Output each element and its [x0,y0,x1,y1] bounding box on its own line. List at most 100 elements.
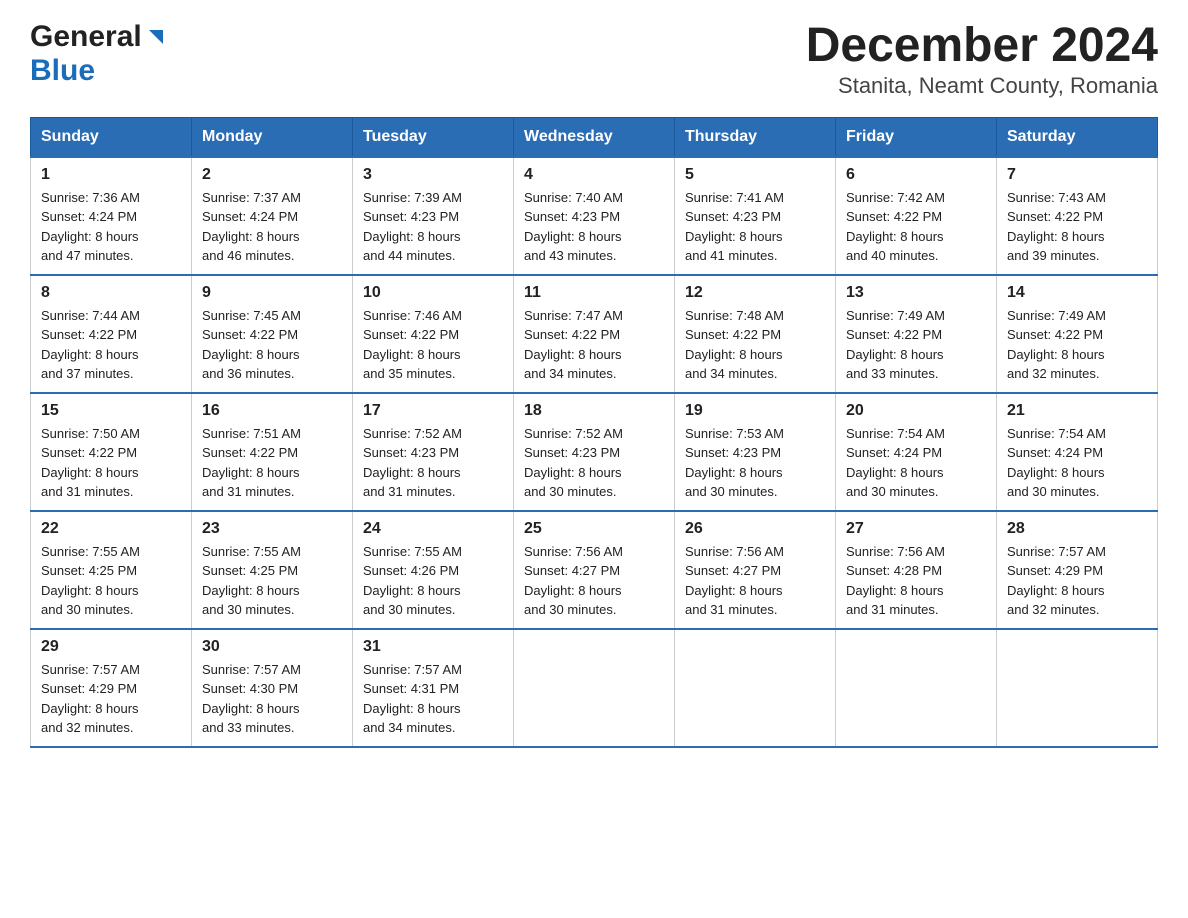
calendar-cell: 27 Sunrise: 7:56 AMSunset: 4:28 PMDayligh… [836,511,997,629]
calendar-cell: 24 Sunrise: 7:55 AMSunset: 4:26 PMDayligh… [353,511,514,629]
calendar-cell: 13 Sunrise: 7:49 AMSunset: 4:22 PMDayligh… [836,275,997,393]
day-number: 26 [685,520,825,538]
day-number: 28 [1007,520,1147,538]
day-info: Sunrise: 7:37 AMSunset: 4:24 PMDaylight:… [202,188,342,266]
day-info: Sunrise: 7:49 AMSunset: 4:22 PMDaylight:… [1007,306,1147,384]
day-info: Sunrise: 7:51 AMSunset: 4:22 PMDaylight:… [202,424,342,502]
day-info: Sunrise: 7:42 AMSunset: 4:22 PMDaylight:… [846,188,986,266]
day-info: Sunrise: 7:57 AMSunset: 4:31 PMDaylight:… [363,660,503,738]
calendar-cell: 26Sunrise: 7:56 AMSunset: 4:27 PMDayligh… [675,511,836,629]
page-subtitle: Stanita, Neamt County, Romania [806,73,1158,99]
day-number: 13 [846,284,986,302]
day-header-tuesday: Tuesday [353,117,514,157]
day-number: 27 [846,520,986,538]
day-header-thursday: Thursday [675,117,836,157]
calendar-cell: 29 Sunrise: 7:57 AMSunset: 4:29 PMDayligh… [31,629,192,747]
calendar-cell: 5 Sunrise: 7:41 AMSunset: 4:23 PMDaylight… [675,157,836,275]
day-info: Sunrise: 7:56 AMSunset: 4:28 PMDaylight:… [846,542,986,620]
day-info: Sunrise: 7:55 AMSunset: 4:26 PMDaylight:… [363,542,503,620]
calendar-cell: 28 Sunrise: 7:57 AMSunset: 4:29 PMDayligh… [997,511,1158,629]
week-row-3: 15 Sunrise: 7:50 AMSunset: 4:22 PMDayligh… [31,393,1158,511]
day-info: Sunrise: 7:41 AMSunset: 4:23 PMDaylight:… [685,188,825,266]
day-info: Sunrise: 7:56 AMSunset: 4:27 PMDaylight:… [524,542,664,620]
day-info: Sunrise: 7:36 AMSunset: 4:24 PMDaylight:… [41,188,181,266]
calendar-cell: 8 Sunrise: 7:44 AMSunset: 4:22 PMDaylight… [31,275,192,393]
day-info: Sunrise: 7:45 AMSunset: 4:22 PMDaylight:… [202,306,342,384]
day-number: 9 [202,284,342,302]
day-number: 12 [685,284,825,302]
calendar-cell: 23Sunrise: 7:55 AMSunset: 4:25 PMDayligh… [192,511,353,629]
day-number: 17 [363,402,503,420]
calendar-cell: 1 Sunrise: 7:36 AMSunset: 4:24 PMDaylight… [31,157,192,275]
day-number: 5 [685,166,825,184]
page-header: General Blue December 2024 Stanita, Neam… [30,20,1158,99]
day-number: 2 [202,166,342,184]
calendar-cell: 18 Sunrise: 7:52 AMSunset: 4:23 PMDayligh… [514,393,675,511]
week-row-1: 1 Sunrise: 7:36 AMSunset: 4:24 PMDaylight… [31,157,1158,275]
day-header-wednesday: Wednesday [514,117,675,157]
day-info: Sunrise: 7:46 AMSunset: 4:22 PMDaylight:… [363,306,503,384]
day-number: 31 [363,638,503,656]
day-info: Sunrise: 7:55 AMSunset: 4:25 PMDaylight:… [41,542,181,620]
day-number: 18 [524,402,664,420]
day-header-monday: Monday [192,117,353,157]
day-info: Sunrise: 7:49 AMSunset: 4:22 PMDaylight:… [846,306,986,384]
day-number: 24 [363,520,503,538]
day-info: Sunrise: 7:50 AMSunset: 4:22 PMDaylight:… [41,424,181,502]
day-info: Sunrise: 7:53 AMSunset: 4:23 PMDaylight:… [685,424,825,502]
calendar-cell: 10 Sunrise: 7:46 AMSunset: 4:22 PMDayligh… [353,275,514,393]
day-number: 8 [41,284,181,302]
calendar-cell: 20Sunrise: 7:54 AMSunset: 4:24 PMDayligh… [836,393,997,511]
day-number: 15 [41,402,181,420]
page-title: December 2024 [806,20,1158,73]
week-row-2: 8 Sunrise: 7:44 AMSunset: 4:22 PMDaylight… [31,275,1158,393]
calendar-cell: 15 Sunrise: 7:50 AMSunset: 4:22 PMDayligh… [31,393,192,511]
calendar-cell: 6 Sunrise: 7:42 AMSunset: 4:22 PMDaylight… [836,157,997,275]
calendar-cell: 4 Sunrise: 7:40 AMSunset: 4:23 PMDaylight… [514,157,675,275]
logo-arrow-icon [145,26,167,53]
day-number: 20 [846,402,986,420]
week-row-5: 29 Sunrise: 7:57 AMSunset: 4:29 PMDayligh… [31,629,1158,747]
day-number: 22 [41,520,181,538]
calendar-cell [836,629,997,747]
calendar-cell: 9 Sunrise: 7:45 AMSunset: 4:22 PMDaylight… [192,275,353,393]
day-number: 16 [202,402,342,420]
day-info: Sunrise: 7:52 AMSunset: 4:23 PMDaylight:… [363,424,503,502]
calendar-cell: 21Sunrise: 7:54 AMSunset: 4:24 PMDayligh… [997,393,1158,511]
calendar-cell: 2 Sunrise: 7:37 AMSunset: 4:24 PMDaylight… [192,157,353,275]
day-number: 7 [1007,166,1147,184]
day-header-sunday: Sunday [31,117,192,157]
day-number: 19 [685,402,825,420]
calendar-cell: 30Sunrise: 7:57 AMSunset: 4:30 PMDayligh… [192,629,353,747]
day-header-saturday: Saturday [997,117,1158,157]
day-info: Sunrise: 7:43 AMSunset: 4:22 PMDaylight:… [1007,188,1147,266]
day-number: 30 [202,638,342,656]
day-number: 29 [41,638,181,656]
logo-blue-text: Blue [30,54,95,87]
logo: General Blue [30,20,167,88]
calendar-cell: 11 Sunrise: 7:47 AMSunset: 4:22 PMDayligh… [514,275,675,393]
day-number: 21 [1007,402,1147,420]
calendar-cell: 3Sunrise: 7:39 AMSunset: 4:23 PMDaylight… [353,157,514,275]
day-number: 6 [846,166,986,184]
day-info: Sunrise: 7:47 AMSunset: 4:22 PMDaylight:… [524,306,664,384]
calendar-cell: 22 Sunrise: 7:55 AMSunset: 4:25 PMDayligh… [31,511,192,629]
day-number: 10 [363,284,503,302]
day-info: Sunrise: 7:55 AMSunset: 4:25 PMDaylight:… [202,542,342,620]
day-info: Sunrise: 7:40 AMSunset: 4:23 PMDaylight:… [524,188,664,266]
day-number: 1 [41,166,181,184]
calendar-header-row: SundayMondayTuesdayWednesdayThursdayFrid… [31,117,1158,157]
calendar-cell [997,629,1158,747]
day-info: Sunrise: 7:39 AMSunset: 4:23 PMDaylight:… [363,188,503,266]
day-number: 14 [1007,284,1147,302]
calendar-cell: 25Sunrise: 7:56 AMSunset: 4:27 PMDayligh… [514,511,675,629]
day-info: Sunrise: 7:52 AMSunset: 4:23 PMDaylight:… [524,424,664,502]
calendar-cell: 7 Sunrise: 7:43 AMSunset: 4:22 PMDaylight… [997,157,1158,275]
day-number: 4 [524,166,664,184]
calendar-cell: 17 Sunrise: 7:52 AMSunset: 4:23 PMDayligh… [353,393,514,511]
calendar-cell: 31 Sunrise: 7:57 AMSunset: 4:31 PMDayligh… [353,629,514,747]
day-number: 11 [524,284,664,302]
day-info: Sunrise: 7:57 AMSunset: 4:29 PMDaylight:… [1007,542,1147,620]
day-info: Sunrise: 7:57 AMSunset: 4:29 PMDaylight:… [41,660,181,738]
day-info: Sunrise: 7:44 AMSunset: 4:22 PMDaylight:… [41,306,181,384]
